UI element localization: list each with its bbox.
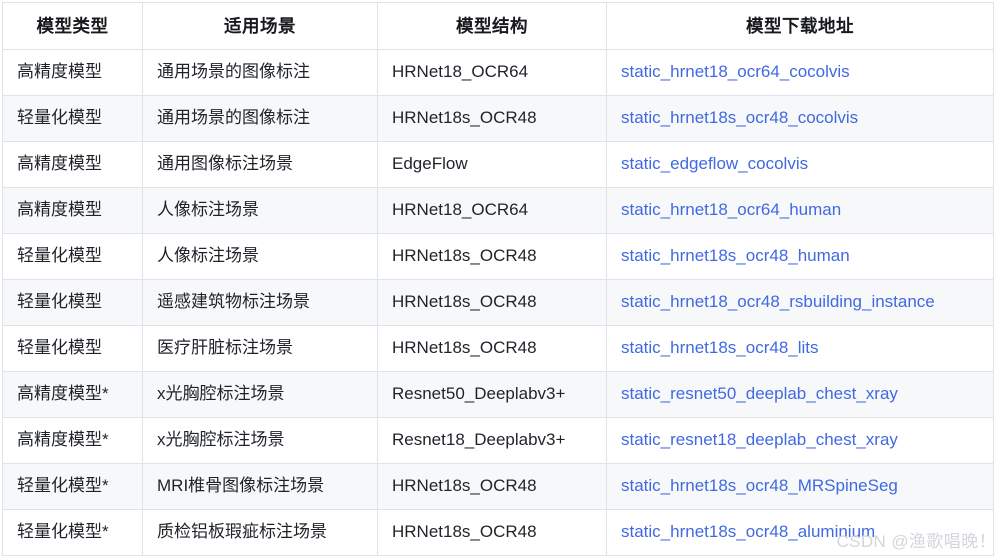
cell-scene: 人像标注场景 bbox=[142, 233, 378, 280]
download-link[interactable]: static_resnet18_deeplab_chest_xray bbox=[621, 430, 898, 449]
table-row: 轻量化模型 通用场景的图像标注 HRNet18s_OCR48 static_hrnet… bbox=[2, 95, 994, 142]
column-header-structure: 模型结构 bbox=[377, 2, 607, 50]
table-row: 轻量化模型* MRI椎骨图像标注场景 HRNet18s_OCR48 static_hr… bbox=[2, 463, 994, 510]
cell-model-type: 轻量化模型 bbox=[2, 325, 143, 372]
table-header-row: 模型类型 适用场景 模型结构 模型下载地址 bbox=[2, 2, 994, 50]
column-header-scene: 适用场景 bbox=[142, 2, 378, 50]
cell-model-type: 轻量化模型 bbox=[2, 95, 143, 142]
column-header-model-type: 模型类型 bbox=[2, 2, 143, 50]
cell-download: static_hrnet18_ocr64_human bbox=[606, 187, 994, 234]
cell-model-type: 轻量化模型* bbox=[2, 463, 143, 510]
page-root: 模型类型 适用场景 模型结构 模型下载地址 高精度模型 通用场景的图像标注 HRNe… bbox=[0, 0, 1005, 558]
cell-scene: 通用场景的图像标注 bbox=[142, 49, 378, 96]
cell-model-structure: Resnet18_Deeplabv3+ bbox=[377, 417, 607, 464]
cell-download: static_resnet50_deeplab_chest_xray bbox=[606, 371, 994, 418]
table-header: 模型类型 适用场景 模型结构 模型下载地址 bbox=[2, 2, 994, 50]
download-link[interactable]: static_resnet50_deeplab_chest_xray bbox=[621, 384, 898, 403]
download-link[interactable]: static_hrnet18s_ocr48_MRSpineSeg bbox=[621, 476, 898, 495]
cell-model-type: 高精度模型 bbox=[2, 141, 143, 188]
cell-scene: 通用图像标注场景 bbox=[142, 141, 378, 188]
cell-model-type: 高精度模型* bbox=[2, 371, 143, 418]
table-row: 轻量化模型 医疗肝脏标注场景 HRNet18s_OCR48 static_hrnet1… bbox=[2, 325, 994, 372]
cell-scene: 医疗肝脏标注场景 bbox=[142, 325, 378, 372]
download-link[interactable]: static_hrnet18_ocr48_rsbuilding_instance bbox=[621, 292, 935, 311]
cell-model-structure: HRNet18s_OCR48 bbox=[377, 509, 607, 556]
download-link[interactable]: static_hrnet18s_ocr48_human bbox=[621, 246, 850, 265]
cell-model-structure: HRNet18_OCR64 bbox=[377, 187, 607, 234]
table-row: 高精度模型 人像标注场景 HRNet18_OCR64 static_hrnet18_o… bbox=[2, 187, 994, 234]
cell-model-type: 轻量化模型 bbox=[2, 279, 143, 326]
cell-model-structure: HRNet18s_OCR48 bbox=[377, 95, 607, 142]
cell-model-type: 轻量化模型* bbox=[2, 509, 143, 556]
cell-model-structure: Resnet50_Deeplabv3+ bbox=[377, 371, 607, 418]
table-row: 高精度模型* x光胸腔标注场景 Resnet18_Deeplabv3+ static_… bbox=[2, 417, 994, 464]
table-row: 轻量化模型 遥感建筑物标注场景 HRNet18s_OCR48 static_hrnet… bbox=[2, 279, 994, 326]
cell-scene: 遥感建筑物标注场景 bbox=[142, 279, 378, 326]
cell-download: static_hrnet18s_ocr48_lits bbox=[606, 325, 994, 372]
download-link[interactable]: static_hrnet18_ocr64_human bbox=[621, 200, 841, 219]
cell-model-structure: HRNet18s_OCR48 bbox=[377, 279, 607, 326]
cell-scene: 质检铝板瑕疵标注场景 bbox=[142, 509, 378, 556]
cell-model-type: 高精度模型 bbox=[2, 49, 143, 96]
cell-model-type: 轻量化模型 bbox=[2, 233, 143, 280]
cell-download: static_hrnet18s_ocr48_cocolvis bbox=[606, 95, 994, 142]
table-row: 高精度模型 通用图像标注场景 EdgeFlow static_edgeflow_coc… bbox=[2, 141, 994, 188]
download-link[interactable]: static_hrnet18s_ocr48_lits bbox=[621, 338, 819, 357]
table-row: 高精度模型* x光胸腔标注场景 Resnet50_Deeplabv3+ static_… bbox=[2, 371, 994, 418]
table-row: 轻量化模型 人像标注场景 HRNet18s_OCR48 static_hrnet18s… bbox=[2, 233, 994, 280]
model-download-table: 模型类型 适用场景 模型结构 模型下载地址 高精度模型 通用场景的图像标注 HRNe… bbox=[2, 2, 994, 556]
cell-model-type: 高精度模型 bbox=[2, 187, 143, 234]
cell-model-structure: EdgeFlow bbox=[377, 141, 607, 188]
cell-download: static_hrnet18s_ocr48_aluminium bbox=[606, 509, 994, 556]
cell-download: static_resnet18_deeplab_chest_xray bbox=[606, 417, 994, 464]
download-link[interactable]: static_hrnet18s_ocr48_aluminium bbox=[621, 522, 875, 541]
cell-scene: 通用场景的图像标注 bbox=[142, 95, 378, 142]
column-header-download: 模型下载地址 bbox=[606, 2, 994, 50]
table-row: 高精度模型 通用场景的图像标注 HRNet18_OCR64 static_hrnet1… bbox=[2, 49, 994, 96]
cell-model-structure: HRNet18_OCR64 bbox=[377, 49, 607, 96]
model-table-container: 模型类型 适用场景 模型结构 模型下载地址 高精度模型 通用场景的图像标注 HRNe… bbox=[2, 2, 994, 556]
cell-scene: MRI椎骨图像标注场景 bbox=[142, 463, 378, 510]
table-row: 轻量化模型* 质检铝板瑕疵标注场景 HRNet18s_OCR48 static_hrn… bbox=[2, 509, 994, 556]
download-link[interactable]: static_hrnet18_ocr64_cocolvis bbox=[621, 62, 850, 81]
cell-model-structure: HRNet18s_OCR48 bbox=[377, 325, 607, 372]
cell-scene: 人像标注场景 bbox=[142, 187, 378, 234]
cell-download: static_hrnet18s_ocr48_MRSpineSeg bbox=[606, 463, 994, 510]
cell-download: static_hrnet18_ocr48_rsbuilding_instance bbox=[606, 279, 994, 326]
table-body: 高精度模型 通用场景的图像标注 HRNet18_OCR64 static_hrnet1… bbox=[2, 49, 994, 556]
cell-model-type: 高精度模型* bbox=[2, 417, 143, 464]
cell-model-structure: HRNet18s_OCR48 bbox=[377, 463, 607, 510]
download-link[interactable]: static_edgeflow_cocolvis bbox=[621, 154, 808, 173]
cell-scene: x光胸腔标注场景 bbox=[142, 417, 378, 464]
cell-download: static_hrnet18s_ocr48_human bbox=[606, 233, 994, 280]
cell-download: static_edgeflow_cocolvis bbox=[606, 141, 994, 188]
cell-scene: x光胸腔标注场景 bbox=[142, 371, 378, 418]
download-link[interactable]: static_hrnet18s_ocr48_cocolvis bbox=[621, 108, 858, 127]
cell-model-structure: HRNet18s_OCR48 bbox=[377, 233, 607, 280]
cell-download: static_hrnet18_ocr64_cocolvis bbox=[606, 49, 994, 96]
